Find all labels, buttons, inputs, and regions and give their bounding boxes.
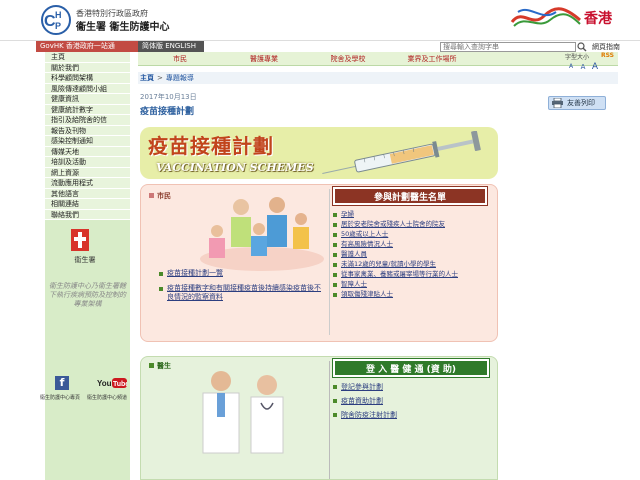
panel-divider bbox=[329, 361, 330, 479]
ehealth-login-button[interactable]: 登 入 醫 健 通 (資 助) bbox=[333, 359, 489, 377]
tab-industry-workplace[interactable]: 業界及工作場所 bbox=[390, 52, 474, 66]
sidebar-item-risk-communication[interactable]: 風險傳達顧問小組 bbox=[45, 83, 130, 94]
rss-icon[interactable]: RSS bbox=[601, 52, 614, 59]
tab-public[interactable]: 市民 bbox=[138, 52, 222, 66]
public-panel-label-text: 市民 bbox=[157, 192, 171, 200]
print-icon bbox=[552, 98, 563, 108]
font-size-label: 字型大小 bbox=[565, 54, 590, 61]
sidebar-item-mobile-apps[interactable]: 流動應用程式 bbox=[45, 178, 130, 189]
govhk-link[interactable]: GovHK 香港政府一站通 bbox=[36, 41, 138, 52]
sidebar-item-home[interactable]: 主頁 bbox=[45, 52, 130, 63]
gov-bar: GovHK 香港政府一站通 简体版 ENGLISH 網頁指南 bbox=[0, 40, 640, 52]
search-input[interactable] bbox=[440, 42, 576, 52]
youtube-label[interactable]: 衞生防護中心頻道 bbox=[87, 394, 127, 401]
link-rcho-vaccination[interactable]: 院舍防疫注射計劃 bbox=[333, 411, 493, 425]
dh-label: 衞生署 bbox=[74, 256, 96, 264]
facebook-icon[interactable]: f bbox=[55, 376, 69, 390]
print-label: 友善列印 bbox=[567, 99, 595, 107]
sidebar-item-health-topics[interactable]: 健康資訊 bbox=[45, 94, 130, 105]
breadcrumb: 主頁 > 專題報導 bbox=[138, 72, 618, 84]
link-vaccination-statistics[interactable]: 疫苗接種數字和有關接種疫苗後持續感染疫苗後不良情況的監察資料 bbox=[159, 284, 327, 302]
eligible-groups-list: 孕婦 居於安老院舍或殘疾人士院舍的院友 50歲或以上人士 有高風險情況人士 醫護… bbox=[333, 211, 497, 301]
breadcrumb-home[interactable]: 主頁 bbox=[140, 74, 154, 82]
sidebar-item-other-languages[interactable]: 其他語言 bbox=[45, 188, 130, 199]
dh-logo-block[interactable]: 衞生署 bbox=[59, 229, 111, 265]
public-links: 疫苗接種計劃一覽 疫苗接種數字和有關接種疫苗後持續感染疫苗後不良情況的監察資料 bbox=[159, 269, 327, 308]
sidebar-item-media[interactable]: 傳媒天地 bbox=[45, 146, 130, 157]
link-vaccination-subsidy[interactable]: 疫苗資助計劃 bbox=[333, 397, 493, 411]
doctor-panel-label: 醫生 bbox=[149, 361, 171, 371]
page-title: 疫苗接種計劃 bbox=[140, 107, 195, 117]
list-item-disability-allowance[interactable]: 領取傷殘津貼人士 bbox=[333, 291, 497, 301]
sidebar-slogan: 衞生防護中心乃衞生署轄下執行疾病預防及控制的專業架構 bbox=[49, 282, 126, 308]
link-enrolment[interactable]: 登記參與計劃 bbox=[333, 383, 493, 397]
brand-hk-swirl-icon bbox=[510, 7, 581, 27]
svg-text:P: P bbox=[55, 21, 61, 31]
print-button[interactable]: 友善列印 bbox=[548, 96, 606, 110]
family-photo bbox=[200, 197, 324, 271]
dh-logo-icon bbox=[71, 229, 89, 251]
svg-text:Tube: Tube bbox=[113, 381, 127, 388]
sidebar-item-online-resources[interactable]: 網上資源 bbox=[45, 167, 130, 178]
doctors-photo bbox=[202, 371, 284, 454]
panel-divider bbox=[329, 189, 330, 335]
tab-institutions-schools[interactable]: 院舍及學校 bbox=[306, 52, 390, 66]
banner-subtitle: VACCINATION SCHEMES bbox=[156, 161, 314, 174]
site-header: C H P 香港特別行政區政府 衞生署 衞生防護中心 香港 bbox=[0, 0, 640, 40]
svg-text:You: You bbox=[97, 379, 112, 388]
sidebar-item-scientific-committee[interactable]: 科學顧問架構 bbox=[45, 73, 130, 84]
public-panel-label: 市民 bbox=[149, 191, 171, 201]
breadcrumb-current[interactable]: 專題報導 bbox=[166, 74, 194, 82]
section-marker-icon bbox=[149, 193, 154, 198]
doctor-links: 登記參與計劃 疫苗資助計劃 院舍防疫注射計劃 bbox=[333, 383, 493, 425]
link-vaccination-overview[interactable]: 疫苗接種計劃一覽 bbox=[159, 269, 327, 278]
font-size-small-button[interactable]: A bbox=[565, 62, 577, 72]
sidebar-item-about[interactable]: 關於我們 bbox=[45, 62, 130, 73]
breadcrumb-separator: > bbox=[157, 74, 163, 82]
vaccination-banner: 疫苗接種計劃 VACCINATION SCHEMES bbox=[140, 127, 498, 179]
section-marker-icon bbox=[149, 363, 154, 368]
doctor-panel-label-text: 醫生 bbox=[157, 362, 171, 370]
font-size-large-button[interactable]: A bbox=[589, 62, 601, 72]
svg-text:H: H bbox=[55, 10, 62, 20]
sidebar-item-related-links[interactable]: 相關連結 bbox=[45, 199, 130, 210]
doctor-panel: 醫生 登 入 醫 健 通 (資 助) 登記參與計劃 疫苗資助計劃 院舍防疫注射計… bbox=[140, 356, 498, 480]
sidebar-item-guidelines[interactable]: 指引及給院舍的信 bbox=[45, 115, 130, 126]
font-size-controls: 字型大小 A A A RSS bbox=[565, 52, 615, 74]
sidebar-item-infection-control[interactable]: 感染控制通知 bbox=[45, 136, 130, 147]
youtube-icon[interactable]: You Tube bbox=[97, 376, 127, 390]
org-name-line2: 衞生署 衞生防護中心 bbox=[76, 22, 170, 33]
brand-hong-kong-text: 香港 bbox=[584, 11, 612, 27]
sidebar-item-training[interactable]: 培訓及活動 bbox=[45, 157, 130, 168]
sidebar-menu: 主頁 關於我們 科學顧問架構 風險傳達顧問小組 健康資訊 健康統計數字 指引及給… bbox=[45, 52, 130, 220]
language-switch[interactable]: 简体版 ENGLISH bbox=[138, 41, 204, 52]
syringe-icon bbox=[322, 131, 481, 174]
sidebar-item-publications[interactable]: 報告及刊物 bbox=[45, 125, 130, 136]
chp-logo-icon[interactable]: C H P bbox=[40, 4, 72, 36]
sidebar-item-contact[interactable]: 聯絡我們 bbox=[45, 209, 130, 220]
sitemap-link[interactable]: 網頁指南 bbox=[592, 42, 620, 52]
top-nav: 市民 醫護專業 院舍及學校 業界及工作場所 bbox=[138, 52, 618, 66]
banner-title: 疫苗接種計劃 bbox=[148, 134, 274, 158]
font-size-medium-button[interactable]: A bbox=[577, 62, 589, 72]
public-panel: 市民 疫苗接種計劃一覽 疫苗接種數字和有關接種疫苗後持續感染疫苗後不良情況的監察… bbox=[140, 184, 498, 342]
page-date: 2017年10月13日 bbox=[140, 93, 197, 101]
tab-health-professionals[interactable]: 醫護專業 bbox=[222, 52, 306, 66]
facebook-label[interactable]: 衞生防護中心專頁 bbox=[40, 394, 80, 401]
sidebar: 主頁 關於我們 科學顧問架構 風險傳達顧問小組 健康資訊 健康統計數字 指引及給… bbox=[40, 52, 130, 480]
search-icon[interactable] bbox=[577, 42, 587, 52]
participating-doctors-button[interactable]: 參與計劃醫生名單 bbox=[333, 187, 487, 205]
sidebar-item-statistics[interactable]: 健康統計數字 bbox=[45, 104, 130, 115]
